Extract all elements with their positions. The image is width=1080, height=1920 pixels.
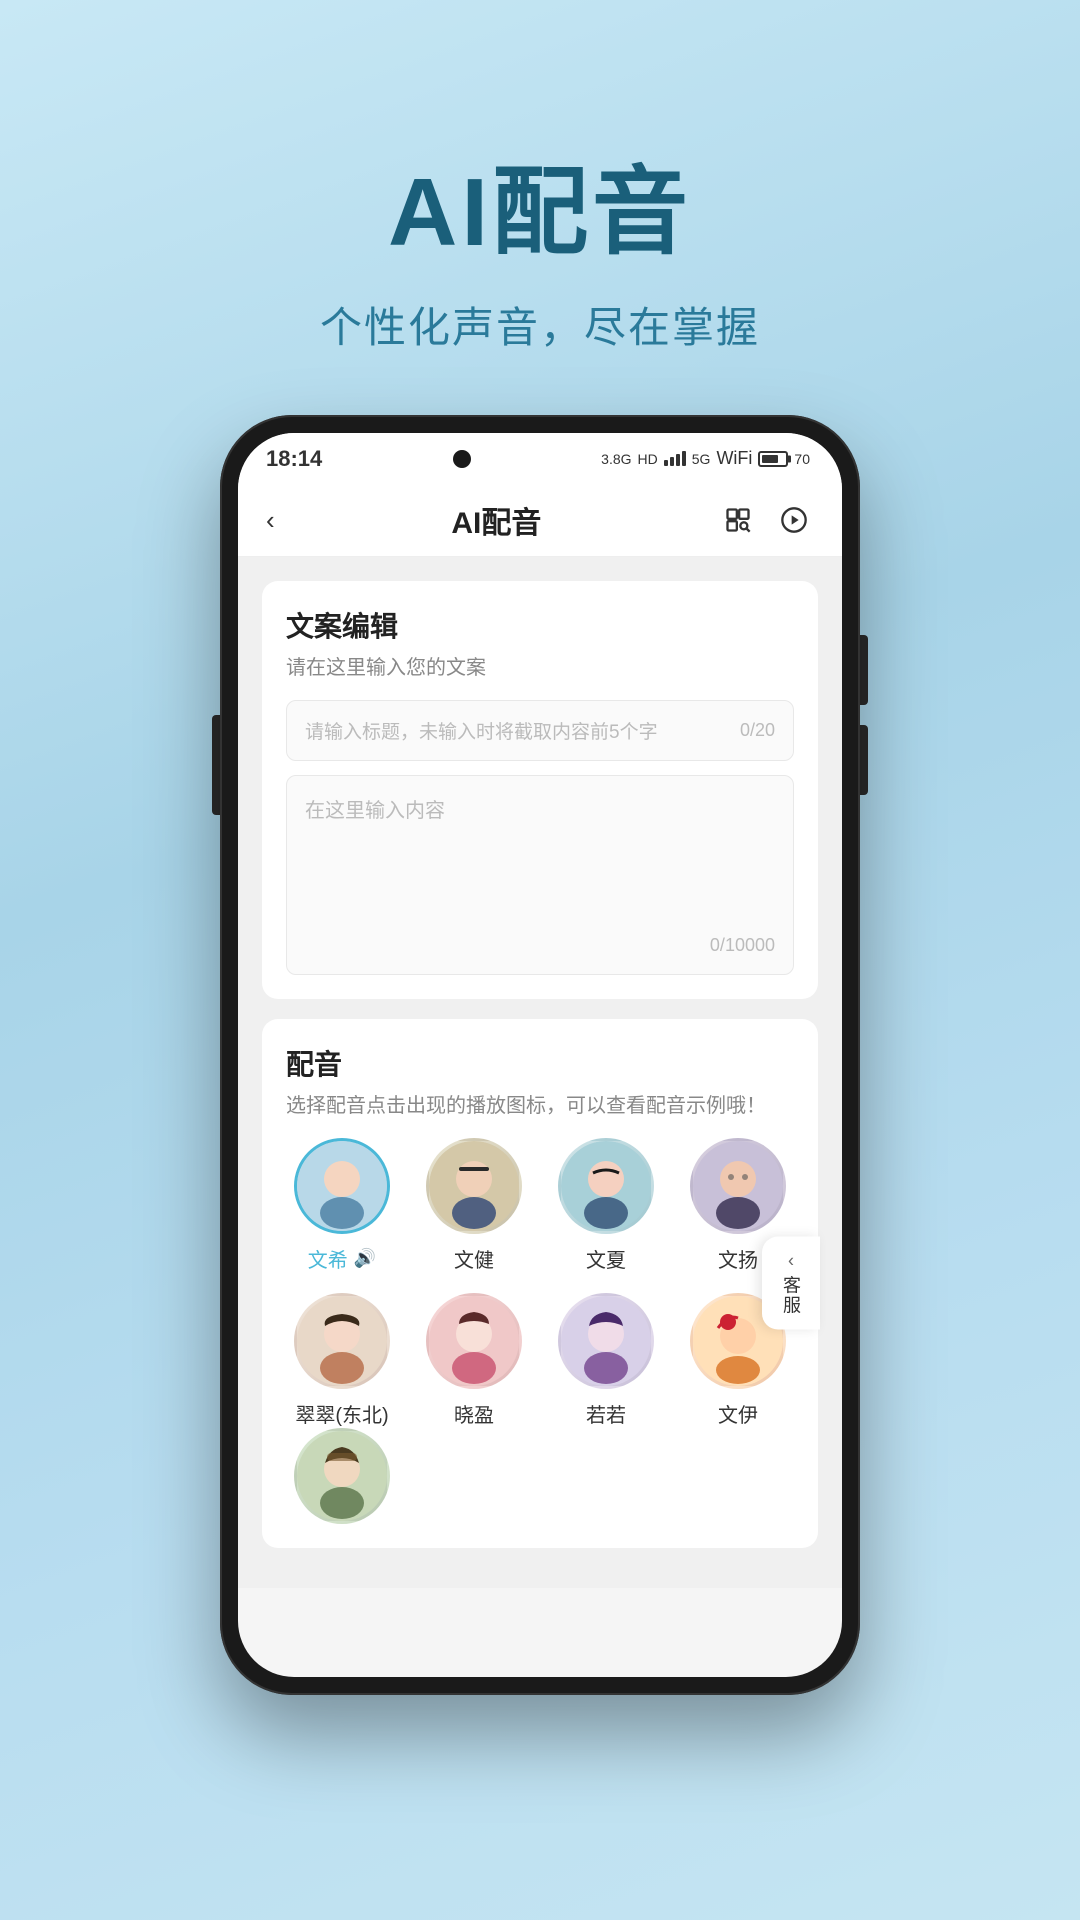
voice-item-row3[interactable]: [286, 1428, 398, 1524]
voice-item-wenxi[interactable]: 文希 🔊: [286, 1138, 398, 1273]
play-button[interactable]: [774, 500, 814, 540]
status-bar: 18:14 3.8G HD 5G WiFi: [238, 433, 842, 485]
copywriting-desc: 请在这里输入您的文案: [286, 651, 794, 680]
network-type: 3.8G: [601, 451, 631, 467]
voice-item-wenjian[interactable]: 文健: [418, 1138, 530, 1273]
voice-name-xiaoying: 晓盈: [454, 1399, 494, 1428]
page-background: AI配音 个性化声音，尽在掌握 18:14 3.8G HD: [0, 0, 1080, 1920]
nav-bar: ‹ AI配音: [238, 485, 842, 557]
avatar-xiaoying: [426, 1293, 522, 1389]
signal-bars: [664, 451, 686, 466]
avatar-ruoruo: [558, 1293, 654, 1389]
subtitle: 个性化声音，尽在掌握: [0, 294, 1080, 355]
phone-screen: 18:14 3.8G HD 5G WiFi: [238, 433, 842, 1677]
content-counter: 0/10000: [305, 935, 775, 956]
voice-item-cuicui[interactable]: 翠翠(东北): [286, 1293, 398, 1428]
avatar-wenxi: [294, 1138, 390, 1234]
avatar-row3: [294, 1428, 390, 1524]
signal-bar-1: [664, 460, 668, 466]
customer-service-button[interactable]: ‹ 客服: [762, 1237, 820, 1330]
avatar-wenxia: [558, 1138, 654, 1234]
signal-bar-3: [676, 454, 680, 466]
voice-title: 配音: [286, 1043, 794, 1083]
volume-down-button: [860, 725, 868, 795]
title-counter: 0/20: [740, 720, 775, 741]
battery-percent: 70: [794, 451, 810, 467]
voice-name-wenxia: 文夏: [586, 1244, 626, 1273]
voice-desc: 选择配音点击出现的播放图标，可以查看配音示例哦！: [286, 1089, 794, 1118]
title-input-row[interactable]: 请输入标题，未输入时将截取内容前5个字 0/20: [286, 700, 794, 761]
content-placeholder: 在这里输入内容: [305, 794, 775, 823]
voice-name-wenyi: 文伊: [718, 1399, 758, 1428]
speaker-icon-wenxi: 🔊: [354, 1248, 376, 1269]
voice-item-wenxia[interactable]: 文夏: [550, 1138, 662, 1273]
voice-name-row-wenxi: 文希 🔊: [308, 1244, 376, 1273]
avatar-cuicui: [294, 1293, 390, 1389]
back-button[interactable]: ‹: [266, 505, 275, 536]
avatar-wenyang: [690, 1138, 786, 1234]
content-input[interactable]: 在这里输入内容 0/10000: [286, 775, 794, 975]
voice-name-ruoruo: 若若: [586, 1399, 626, 1428]
phone-mockup: 18:14 3.8G HD 5G WiFi: [220, 415, 860, 1695]
main-title: AI配音: [0, 160, 1080, 266]
voice-name-wenjian: 文健: [454, 1244, 494, 1273]
hd-label: HD: [638, 451, 658, 467]
voice-section: 配音 选择配音点击出现的播放图标，可以查看配音示例哦！: [262, 1019, 818, 1548]
search-button[interactable]: [718, 500, 758, 540]
power-button: [212, 715, 220, 815]
voice-grid-row3: [286, 1428, 794, 1524]
nav-actions: [718, 500, 814, 540]
voice-item-xiaoying[interactable]: 晓盈: [418, 1293, 530, 1428]
title-placeholder: 请输入标题，未输入时将截取内容前5个字: [305, 717, 658, 744]
battery-fill: [762, 455, 777, 463]
wifi-icon: WiFi: [716, 448, 752, 469]
nav-title: AI配音: [451, 498, 541, 542]
signal-bar-4: [682, 451, 686, 466]
copywriting-section: 文案编辑 请在这里输入您的文案 请输入标题，未输入时将截取内容前5个字 0/20: [262, 581, 818, 999]
status-icons: 3.8G HD 5G WiFi 70: [601, 448, 810, 469]
page-header: AI配音 个性化声音，尽在掌握: [0, 160, 1080, 355]
front-camera: [453, 450, 471, 468]
copywriting-title: 文案编辑: [286, 605, 794, 645]
content-area: 文案编辑 请在这里输入您的文案 请输入标题，未输入时将截取内容前5个字 0/20: [238, 557, 842, 1588]
cs-label: 客服: [778, 1276, 804, 1316]
voice-name-wenxi: 文希: [308, 1244, 348, 1273]
status-time: 18:14: [266, 446, 322, 472]
volume-up-button: [860, 635, 868, 705]
voice-item-ruoruo[interactable]: 若若: [550, 1293, 662, 1428]
voice-name-cuicui: 翠翠(东北): [295, 1399, 388, 1428]
screen-content[interactable]: 文案编辑 请在这里输入您的文案 请输入标题，未输入时将截取内容前5个字 0/20: [238, 557, 842, 1677]
cs-chevron-icon: ‹: [788, 1251, 794, 1272]
5g-label: 5G: [692, 451, 711, 467]
avatar-wenjian: [426, 1138, 522, 1234]
battery-icon: [758, 451, 788, 467]
voice-grid: 文希 🔊: [286, 1138, 794, 1428]
phone-frame: 18:14 3.8G HD 5G WiFi: [220, 415, 860, 1695]
signal-bar-2: [670, 457, 674, 466]
voice-name-wenyang: 文扬: [718, 1244, 758, 1273]
